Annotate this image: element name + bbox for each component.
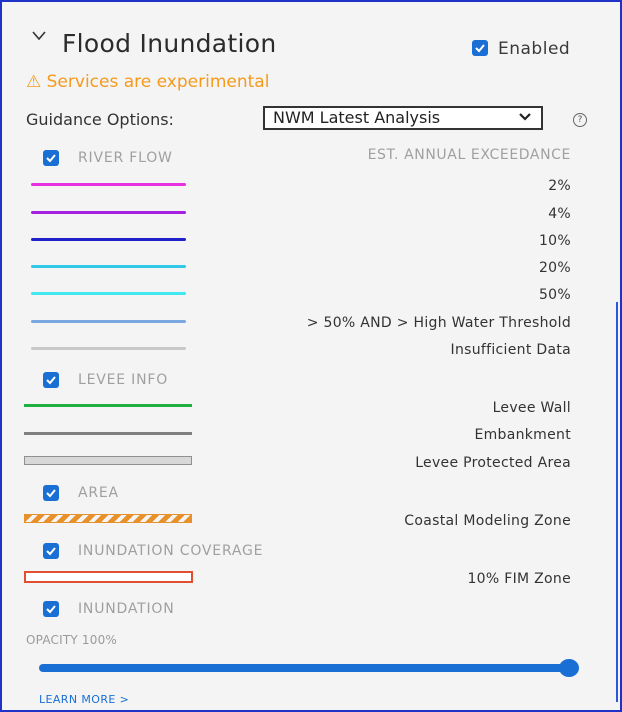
legend-box-coastal-zone xyxy=(24,514,192,523)
river-flow-checkbox[interactable] xyxy=(43,150,59,166)
enabled-label: Enabled xyxy=(498,39,571,59)
chevron-down-icon[interactable] xyxy=(32,31,46,41)
guidance-options-label: Guidance Options: xyxy=(26,110,174,129)
window-frame: Flood Inundation Enabled ⚠ Services are … xyxy=(0,0,622,712)
legend-label-high-water: > 50% AND > High Water Threshold xyxy=(306,315,571,331)
learn-more-link[interactable]: LEARN MORE > xyxy=(39,693,129,706)
legend-label-4pct: 4% xyxy=(548,206,571,222)
legend-box-levee-protected xyxy=(24,456,192,465)
legend-line-embankment xyxy=(24,432,192,435)
opacity-slider-thumb[interactable] xyxy=(559,659,579,677)
legend-label-10pct: 10% xyxy=(538,233,571,249)
legend-box-fim-zone xyxy=(24,571,193,583)
legend-label-embankment: Embankment xyxy=(474,427,571,443)
inundation-coverage-checkbox[interactable] xyxy=(43,543,59,559)
legend-label-fim-zone: 10% FIM Zone xyxy=(467,571,571,587)
river-flow-label: RIVER FLOW xyxy=(78,150,173,166)
annual-exceedance-header: EST. ANNUAL EXCEEDANCE xyxy=(367,147,571,163)
enabled-checkbox[interactable] xyxy=(472,40,488,56)
opacity-slider-track[interactable] xyxy=(39,664,571,672)
legend-line-levee-wall xyxy=(24,404,192,407)
legend-label-coastal-zone: Coastal Modeling Zone xyxy=(404,513,571,529)
legend-label-2pct: 2% xyxy=(548,178,571,194)
check-icon xyxy=(46,376,56,385)
legend-label-50pct: 50% xyxy=(538,287,571,303)
check-icon xyxy=(46,605,56,614)
scrollbar[interactable] xyxy=(616,302,618,702)
check-icon xyxy=(46,489,56,498)
help-icon[interactable]: ? xyxy=(573,113,587,127)
flood-inundation-panel: Flood Inundation Enabled ⚠ Services are … xyxy=(6,5,606,708)
guidance-selected-value: NWM Latest Analysis xyxy=(273,108,441,127)
inundation-coverage-label: INUNDATION COVERAGE xyxy=(78,543,264,559)
area-label: AREA xyxy=(78,485,119,501)
opacity-label: OPACITY 100% xyxy=(26,633,118,647)
guidance-options-select[interactable]: NWM Latest Analysis xyxy=(263,106,543,130)
legend-label-levee-wall: Levee Wall xyxy=(492,400,571,416)
inundation-label: INUNDATION xyxy=(78,601,175,617)
levee-info-checkbox[interactable] xyxy=(43,372,59,388)
legend-line-2pct xyxy=(31,183,186,186)
legend-line-20pct xyxy=(31,265,186,268)
legend-line-10pct xyxy=(31,238,186,241)
legend-line-insufficient xyxy=(31,347,186,350)
panel-title: Flood Inundation xyxy=(62,29,277,58)
area-checkbox[interactable] xyxy=(43,485,59,501)
legend-label-levee-protected: Levee Protected Area xyxy=(415,455,571,471)
legend-line-50pct xyxy=(31,292,186,295)
check-icon xyxy=(46,154,56,163)
chevron-down-icon xyxy=(519,113,531,121)
levee-info-label: LEVEE INFO xyxy=(78,372,169,388)
legend-line-4pct xyxy=(31,211,186,214)
check-icon xyxy=(475,44,485,53)
legend-label-20pct: 20% xyxy=(538,260,571,276)
legend-line-high-water xyxy=(31,320,186,323)
experimental-warning: ⚠ Services are experimental xyxy=(26,72,270,92)
legend-label-insufficient: Insufficient Data xyxy=(450,342,571,358)
inundation-checkbox[interactable] xyxy=(43,601,59,617)
check-icon xyxy=(46,547,56,556)
